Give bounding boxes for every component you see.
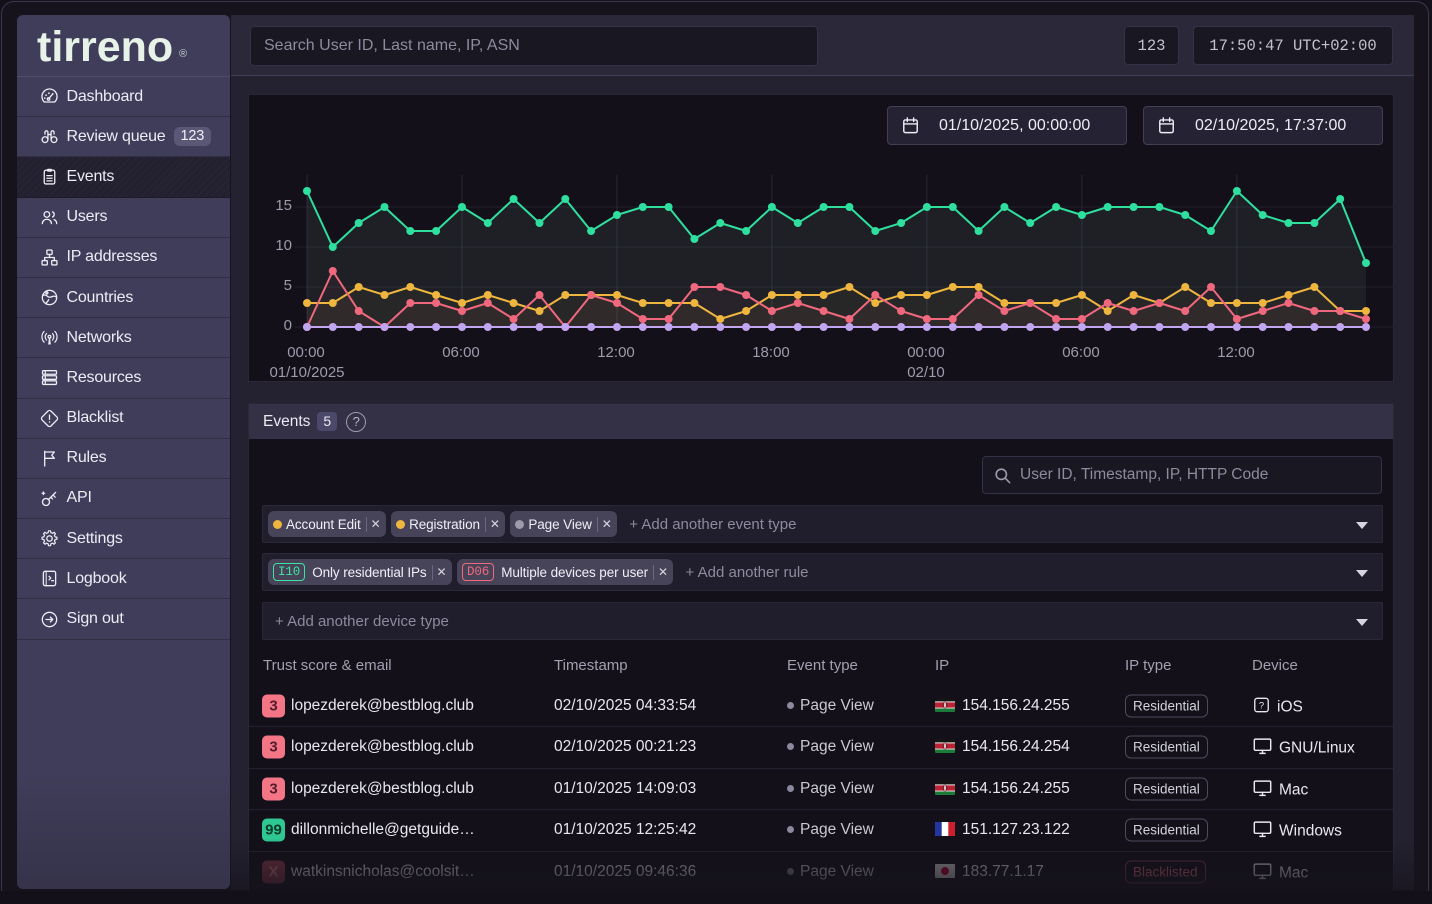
svg-text:?: ? xyxy=(1259,700,1264,711)
